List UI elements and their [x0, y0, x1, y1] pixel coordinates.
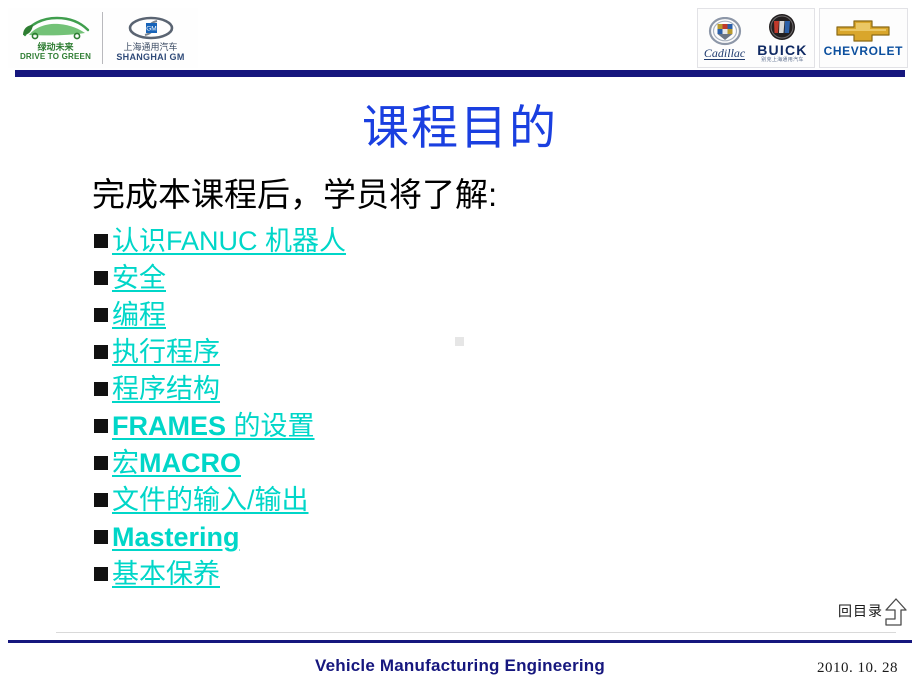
cadillac-crest-icon: [708, 16, 742, 47]
logo-drive-to-green: 绿动未来 DRIVE TO GREEN: [8, 8, 103, 68]
shanghai-gm-swirl-icon: GM: [127, 15, 175, 41]
square-bullet-icon: [94, 271, 108, 285]
slide-header: 绿动未来 DRIVE TO GREEN GM 上海通用汽车 SHANGHAI G…: [0, 0, 920, 78]
footer-title: Vehicle Manufacturing Engineering: [315, 656, 605, 675]
list-item[interactable]: FRAMES 的设置: [94, 409, 794, 446]
objective-link[interactable]: Mastering: [112, 520, 240, 554]
buick-wordmark: BUICK: [757, 42, 808, 58]
footer-divider-rule: [8, 640, 912, 643]
presentation-slide: 绿动未来 DRIVE TO GREEN GM 上海通用汽车 SHANGHAI G…: [0, 0, 920, 690]
lead-in-text: 完成本课程后，学员将了解:: [92, 176, 498, 213]
square-bullet-icon: [94, 530, 108, 544]
footer-hairline: [56, 632, 896, 633]
objective-link[interactable]: 基本保养: [112, 557, 220, 591]
square-bullet-icon: [94, 234, 108, 248]
logo-shanghai-gm: GM 上海通用汽车 SHANGHAI GM: [103, 8, 198, 68]
objective-link[interactable]: 程序结构: [112, 372, 220, 406]
objective-link[interactable]: 安全: [112, 261, 166, 295]
objective-link[interactable]: 宏MACRO: [112, 446, 241, 480]
square-bullet-icon: [94, 456, 108, 470]
brand-pair-cadillac-buick: Cadillac BUICK 别克上海通用汽车: [696, 8, 815, 68]
list-item[interactable]: 认识FANUC 机器人: [94, 224, 794, 261]
buick-sub-wordmark: 别克上海通用汽车: [761, 57, 804, 63]
square-bullet-icon: [94, 493, 108, 507]
green-car-leaf-icon: [19, 15, 93, 41]
cadillac-wordmark: Cadillac: [703, 45, 746, 60]
corporate-logo-group: 绿动未来 DRIVE TO GREEN GM 上海通用汽车 SHANGHAI G…: [8, 8, 198, 68]
list-item[interactable]: 程序结构: [94, 372, 794, 409]
list-item[interactable]: Mastering: [94, 520, 794, 557]
list-item[interactable]: 执行程序: [94, 335, 794, 372]
square-bullet-icon: [94, 382, 108, 396]
header-divider-rule: [15, 70, 905, 77]
shanghai-gm-cn: 上海通用汽车: [123, 41, 178, 52]
list-item[interactable]: 编程: [94, 298, 794, 335]
objective-link[interactable]: 编程: [112, 298, 166, 332]
drive-to-green-cn: 绿动未来: [37, 42, 74, 52]
objective-link[interactable]: FRAMES 的设置: [112, 409, 315, 443]
logo-cadillac: Cadillac: [698, 9, 751, 67]
objective-link[interactable]: 执行程序: [112, 335, 220, 369]
drive-to-green-en: DRIVE TO GREEN: [19, 52, 92, 61]
logo-chevrolet: CHEVROLET: [818, 8, 908, 68]
buick-tri-shield-icon: [766, 13, 798, 43]
square-bullet-icon: [94, 567, 108, 581]
objectives-list: 认识FANUC 机器人 安全 编程 执行程序 程序结构 FRAMES 的设置 宏…: [94, 224, 794, 594]
back-to-contents-button[interactable]: 回目录: [838, 598, 908, 628]
placeholder-marker: [455, 337, 464, 346]
square-bullet-icon: [94, 345, 108, 359]
list-item[interactable]: 文件的输入/输出: [94, 483, 794, 520]
svg-text:GM: GM: [146, 25, 156, 32]
up-arrow-outline-icon[interactable]: [884, 598, 908, 628]
shanghai-gm-en: SHANGHAI GM: [116, 51, 185, 62]
list-item[interactable]: 宏MACRO: [94, 446, 794, 483]
chevrolet-bowtie-icon: [834, 18, 892, 44]
objective-link[interactable]: 文件的输入/输出: [112, 483, 309, 517]
page-title: 课程目的: [362, 101, 558, 154]
footer-date: 2010. 10. 28: [817, 660, 898, 676]
objective-link[interactable]: 认识FANUC 机器人: [112, 224, 346, 258]
square-bullet-icon: [94, 419, 108, 433]
list-item[interactable]: 安全: [94, 261, 794, 298]
brand-logo-group: Cadillac BUICK 别克上海通用汽车 CHEVROLET: [696, 8, 908, 68]
back-to-contents-label: 回目录: [838, 603, 883, 619]
chevrolet-wordmark: CHEVROLET: [823, 44, 903, 58]
list-item[interactable]: 基本保养: [94, 557, 794, 594]
logo-buick: BUICK 别克上海通用汽车: [751, 9, 813, 67]
square-bullet-icon: [94, 308, 108, 322]
